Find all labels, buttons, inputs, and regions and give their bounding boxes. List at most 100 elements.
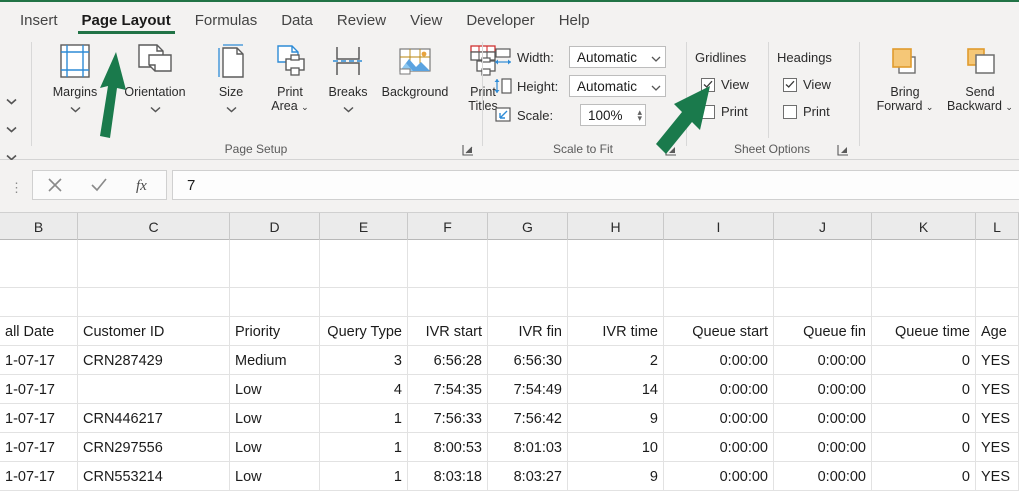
background-button[interactable]: Background: [376, 40, 454, 99]
grid-cell[interactable]: YES: [976, 404, 1019, 433]
grid-cell[interactable]: 9: [568, 404, 664, 433]
tab-formulas[interactable]: Formulas: [183, 13, 270, 34]
grid-cell[interactable]: IVR start: [408, 317, 488, 346]
grid-cell[interactable]: 0:00:00: [664, 433, 774, 462]
column-header-K[interactable]: K: [872, 213, 976, 240]
height-combo[interactable]: Automatic: [569, 75, 666, 97]
column-header-I[interactable]: I: [664, 213, 774, 240]
formula-input[interactable]: 7: [172, 170, 1019, 200]
grid-cell[interactable]: [976, 240, 1019, 288]
breaks-button[interactable]: Breaks: [320, 40, 376, 118]
grid-cell[interactable]: 3: [320, 346, 408, 375]
grid-cell[interactable]: [230, 288, 320, 317]
grid-cell[interactable]: YES: [976, 433, 1019, 462]
grid-cell[interactable]: 0:00:00: [664, 404, 774, 433]
grid-cell[interactable]: Low: [230, 375, 320, 404]
grid-cell[interactable]: 7:56:33: [408, 404, 488, 433]
grid-cell[interactable]: Customer ID: [78, 317, 230, 346]
grid-cell[interactable]: CRN446217: [78, 404, 230, 433]
chevron-down-icon[interactable]: [226, 100, 237, 118]
grid-cell[interactable]: 7:54:49: [488, 375, 568, 404]
grid-cell[interactable]: [408, 288, 488, 317]
grid-cell[interactable]: IVR fin: [488, 317, 568, 346]
headings-view-checkbox[interactable]: [783, 77, 797, 92]
send-backward-button[interactable]: Send Backward ⌄: [942, 40, 1018, 114]
column-header-F[interactable]: F: [408, 213, 488, 240]
scale-spinner[interactable]: 100% ▴ ▾: [580, 104, 646, 126]
grid-cell[interactable]: YES: [976, 375, 1019, 404]
grid-cell[interactable]: [976, 288, 1019, 317]
tab-insert[interactable]: Insert: [8, 13, 70, 34]
column-header-D[interactable]: D: [230, 213, 320, 240]
grid-cell[interactable]: [664, 240, 774, 288]
orientation-button[interactable]: Orientation: [110, 40, 200, 118]
grid-cell[interactable]: Query Type: [320, 317, 408, 346]
headings-print-checkbox[interactable]: [783, 104, 797, 119]
overflow-chevron-1[interactable]: [4, 92, 18, 110]
grid-cell[interactable]: [408, 240, 488, 288]
column-header-B[interactable]: B: [0, 213, 78, 240]
grid-cell[interactable]: 0: [872, 404, 976, 433]
confirm-icon[interactable]: [77, 171, 121, 199]
spinner-arrows[interactable]: ▴ ▾: [637, 108, 642, 123]
grid-cell[interactable]: [774, 240, 872, 288]
grid-cell[interactable]: 2: [568, 346, 664, 375]
tab-help[interactable]: Help: [547, 13, 602, 34]
grid-cell[interactable]: 1-07-17: [0, 346, 78, 375]
chevron-down-icon[interactable]: [70, 100, 81, 118]
grid-cell[interactable]: 1-07-17: [0, 462, 78, 491]
grid-cell[interactable]: 0:00:00: [774, 375, 872, 404]
grid-cell[interactable]: [774, 288, 872, 317]
overflow-chevron-2[interactable]: [4, 120, 18, 138]
gridlines-print-checkbox[interactable]: [701, 104, 715, 119]
grid-cell[interactable]: [0, 240, 78, 288]
tab-view[interactable]: View: [398, 13, 454, 34]
grid-cell[interactable]: [664, 288, 774, 317]
grid-cell[interactable]: 8:03:18: [408, 462, 488, 491]
grid-cell[interactable]: 0: [872, 462, 976, 491]
grid-cell[interactable]: 7:56:42: [488, 404, 568, 433]
column-header-L[interactable]: L: [976, 213, 1019, 240]
headings-print-row[interactable]: Print: [783, 104, 830, 119]
grid-cell[interactable]: 10: [568, 433, 664, 462]
insert-function-icon[interactable]: fx: [122, 171, 166, 199]
grid-cell[interactable]: [488, 288, 568, 317]
grid-cell[interactable]: 0:00:00: [774, 433, 872, 462]
grid-cell[interactable]: Queue fin: [774, 317, 872, 346]
column-header-C[interactable]: C: [78, 213, 230, 240]
grid-cell[interactable]: 6:56:30: [488, 346, 568, 375]
grid-cell[interactable]: CRN297556: [78, 433, 230, 462]
grid-cell[interactable]: 6:56:28: [408, 346, 488, 375]
grid-cell[interactable]: [488, 240, 568, 288]
grid-cell[interactable]: 4: [320, 375, 408, 404]
grid-cell[interactable]: 0:00:00: [774, 346, 872, 375]
column-header-J[interactable]: J: [774, 213, 872, 240]
grid-cell[interactable]: Low: [230, 404, 320, 433]
grid-cell[interactable]: Queue time: [872, 317, 976, 346]
scale-to-fit-dialog-launcher[interactable]: [665, 144, 677, 156]
grid-cell[interactable]: IVR time: [568, 317, 664, 346]
grid-cell[interactable]: YES: [976, 346, 1019, 375]
grid-cell[interactable]: 0:00:00: [774, 462, 872, 491]
grid-cell[interactable]: [320, 240, 408, 288]
headings-view-row[interactable]: View: [783, 77, 831, 92]
cancel-icon[interactable]: [33, 171, 77, 199]
grid-cell[interactable]: 1: [320, 433, 408, 462]
gridlines-view-row[interactable]: View: [701, 77, 749, 92]
grid-cell[interactable]: 0: [872, 375, 976, 404]
grid-cell[interactable]: [568, 288, 664, 317]
grid-cell[interactable]: YES: [976, 462, 1019, 491]
tab-review[interactable]: Review: [325, 13, 398, 34]
bring-forward-button[interactable]: Bring Forward ⌄: [868, 40, 942, 114]
grid-cell[interactable]: [78, 375, 230, 404]
grid-cell[interactable]: [230, 240, 320, 288]
column-header-E[interactable]: E: [320, 213, 408, 240]
chevron-down-icon[interactable]: [651, 50, 661, 65]
grid-cell[interactable]: [320, 288, 408, 317]
grid-cell[interactable]: [872, 288, 976, 317]
grid-cell[interactable]: 1-07-17: [0, 433, 78, 462]
grid-cell[interactable]: Medium: [230, 346, 320, 375]
grid-cell[interactable]: 7:54:35: [408, 375, 488, 404]
grid-cell[interactable]: CRN553214: [78, 462, 230, 491]
grid-cell[interactable]: [0, 288, 78, 317]
